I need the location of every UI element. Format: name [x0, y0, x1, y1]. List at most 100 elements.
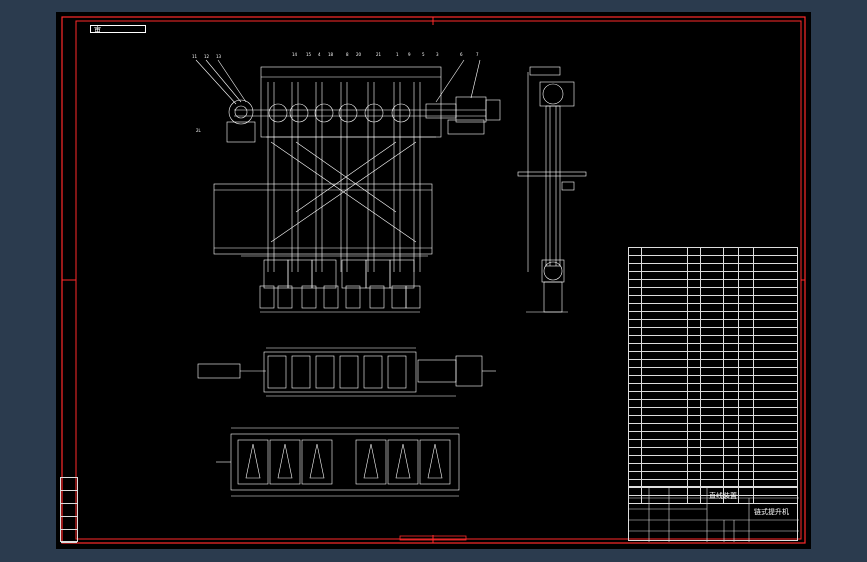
bom-cell [723, 415, 740, 424]
bom-cell [686, 455, 701, 464]
bom-row [627, 367, 798, 376]
bom-row [627, 439, 798, 448]
bom-row [627, 327, 798, 336]
bom-cell [641, 287, 688, 296]
bom-cell [686, 295, 701, 304]
bom-row [627, 343, 798, 352]
title-block-title: 链式提升机 [754, 508, 789, 516]
bom-row [627, 247, 798, 256]
bom-cell [738, 351, 755, 360]
bom-cell [699, 455, 725, 464]
bom-cell [723, 471, 740, 480]
bom-cell [699, 383, 725, 392]
bom-cell [641, 359, 688, 368]
svg-text:13: 13 [216, 54, 222, 59]
bom-cell [723, 439, 740, 448]
bom-cell [699, 439, 725, 448]
bom-cell [627, 423, 643, 432]
bom-cell [627, 255, 643, 264]
title-block-name: 直线装置 [709, 492, 737, 500]
bom-cell [723, 431, 740, 440]
bom-cell [686, 415, 701, 424]
bom-cell [641, 391, 688, 400]
bom-cell [641, 263, 688, 272]
bom-cell [738, 399, 755, 408]
bom-cell [686, 375, 701, 384]
bom-cell [723, 455, 740, 464]
bom-cell [686, 447, 701, 456]
bom-row [627, 447, 798, 456]
svg-text:6: 6 [460, 52, 463, 57]
bom-cell [738, 375, 755, 384]
bom-cell [699, 415, 725, 424]
bom-cell [686, 255, 701, 264]
bom-cell [699, 463, 725, 472]
bom-cell [723, 391, 740, 400]
bom-cell [753, 367, 798, 376]
bom-cell [699, 423, 725, 432]
bom-cell [627, 319, 643, 328]
bom-cell [753, 343, 798, 352]
svg-text:21: 21 [376, 52, 382, 57]
bom-cell [627, 263, 643, 272]
bom-cell [738, 407, 755, 416]
bom-cell [753, 359, 798, 368]
bom-cell [723, 271, 740, 280]
svg-text:2L: 2L [196, 128, 202, 133]
bom-cell [753, 471, 798, 480]
bom-cell [723, 375, 740, 384]
bom-cell [753, 423, 798, 432]
bom-cell [641, 471, 688, 480]
bom-cell [627, 343, 643, 352]
bom-cell [699, 391, 725, 400]
bom-cell [738, 455, 755, 464]
bom-row [627, 255, 798, 264]
bom-row [627, 375, 798, 384]
bom-cell [753, 391, 798, 400]
bom-cell [641, 335, 688, 344]
bom-cell [753, 287, 798, 296]
bom-cell [723, 407, 740, 416]
bom-cell [699, 375, 725, 384]
bom-cell [641, 311, 688, 320]
svg-text:5: 5 [422, 52, 425, 57]
bom-cell [627, 303, 643, 312]
bom-cell [753, 455, 798, 464]
bom-cell [699, 447, 725, 456]
bom-cell [686, 247, 701, 256]
bom-table [627, 247, 798, 504]
bom-cell [738, 255, 755, 264]
bom-cell [627, 455, 643, 464]
bom-cell [686, 343, 701, 352]
bottom-view [216, 427, 460, 497]
bom-cell [699, 407, 725, 416]
bom-cell [753, 263, 798, 272]
bom-cell [627, 407, 643, 416]
bom-cell [738, 439, 755, 448]
revision-box [60, 477, 78, 543]
bom-cell [641, 247, 688, 256]
front-view [195, 59, 501, 313]
bom-cell [753, 319, 798, 328]
bom-cell [699, 343, 725, 352]
bom-cell [686, 471, 701, 480]
bom-cell [723, 463, 740, 472]
bom-cell [627, 391, 643, 400]
bom-cell [641, 463, 688, 472]
bom-cell [627, 351, 643, 360]
bom-cell [627, 367, 643, 376]
cad-viewport[interactable]: 11 12 13 14 15 4 18 8 20 21 1 9 5 3 6 7 2L [56, 12, 811, 549]
bom-cell [723, 327, 740, 336]
bom-cell [641, 423, 688, 432]
svg-text:3: 3 [436, 52, 439, 57]
side-view [517, 66, 587, 313]
bom-cell [641, 455, 688, 464]
bom-cell [686, 303, 701, 312]
bom-row [627, 471, 798, 480]
bom-cell [627, 463, 643, 472]
bom-row [627, 359, 798, 368]
bom-cell [686, 463, 701, 472]
bom-cell [699, 271, 725, 280]
bom-cell [627, 359, 643, 368]
bom-cell [723, 399, 740, 408]
